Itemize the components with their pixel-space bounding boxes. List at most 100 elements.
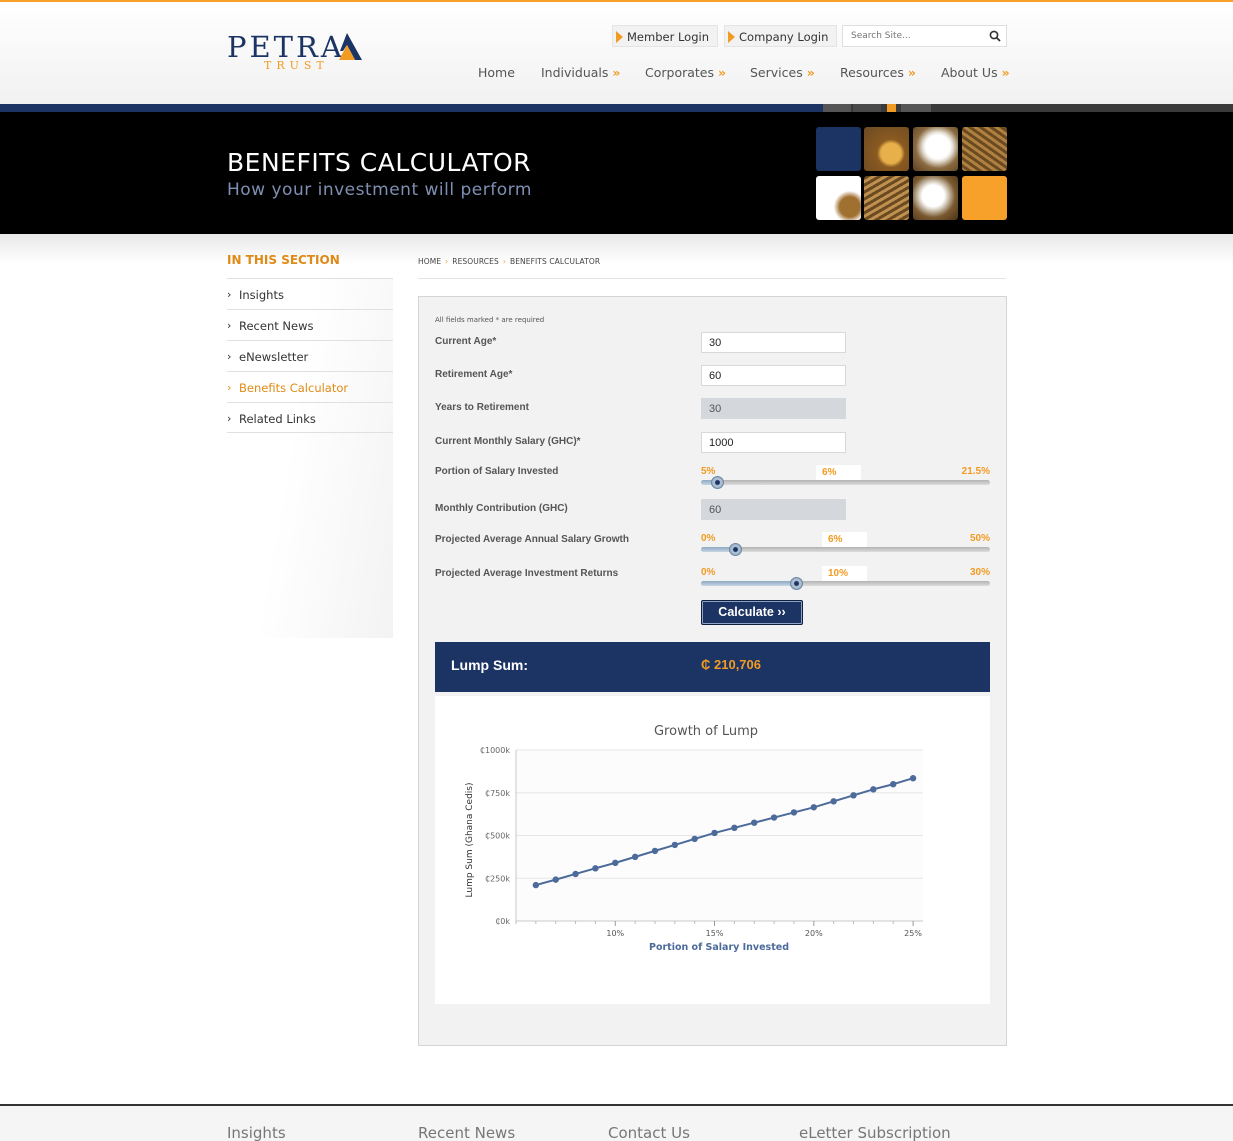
data-point <box>790 809 798 816</box>
header-accent-segments <box>823 104 1233 112</box>
slider-handle[interactable] <box>790 577 803 590</box>
sidebar-heading: IN THIS SECTION <box>227 253 340 267</box>
y-tick-label: ₵1000k <box>480 746 510 755</box>
nav-label: Services <box>750 65 803 80</box>
slider-max-label: 30% <box>969 567 990 578</box>
lump-sum-result: Lump Sum: ₵ 210,706 <box>435 642 990 692</box>
slider-value: 6% <box>822 532 867 548</box>
member-login-button[interactable]: Member Login <box>612 25 718 47</box>
search-icon[interactable] <box>989 30 1001 42</box>
retirement-age-input[interactable]: 60 <box>701 365 846 386</box>
slider-track[interactable] <box>701 480 990 485</box>
years-to-retirement-label: Years to Retirement <box>435 402 529 413</box>
data-point <box>909 775 917 782</box>
y-tick-label: ₵500k <box>485 832 510 841</box>
data-point <box>731 824 738 832</box>
slider-handle[interactable] <box>711 476 724 489</box>
sidebar-item-benefits-calculator[interactable]: › Benefits Calculator <box>227 371 393 402</box>
data-point <box>810 804 818 811</box>
breadcrumb: HOME › RESOURCES › BENEFITS CALCULATOR <box>418 257 600 266</box>
breadcrumb-divider <box>418 278 1006 279</box>
data-point <box>612 859 619 867</box>
x-tick-label: 20% <box>805 929 823 938</box>
required-note: All fields marked * are required <box>435 316 545 324</box>
arrow-right-icon <box>728 31 735 43</box>
nav-home[interactable]: Home <box>478 65 515 80</box>
company-login-button[interactable]: Company Login <box>724 25 838 47</box>
sidebar-item-insights[interactable]: › Insights <box>227 278 393 309</box>
slider-fill <box>701 581 797 586</box>
double-chevron-icon: » <box>907 65 916 80</box>
nav-services[interactable]: Services » <box>750 65 815 80</box>
search-input[interactable] <box>851 28 981 44</box>
slider-track[interactable] <box>701 547 990 552</box>
data-point <box>830 798 837 805</box>
sidebar-item-label: Related Links <box>239 412 316 426</box>
investment-returns-slider[interactable]: 0% 10% 30% <box>701 566 990 593</box>
sidebar-item-recent-news[interactable]: › Recent News <box>227 309 393 340</box>
petra-trust-logo[interactable]: PETRA TRUST <box>227 30 367 76</box>
current-age-input[interactable]: 30 <box>701 332 846 353</box>
data-point <box>572 870 579 878</box>
white-eggs-image <box>913 127 958 171</box>
nav-about-us[interactable]: About Us » <box>941 65 1010 80</box>
footer-insights-heading[interactable]: Insights <box>227 1124 286 1141</box>
salary-growth-slider[interactable]: 0% 6% 50% <box>701 532 990 559</box>
data-point <box>890 781 897 788</box>
growth-chart: PETRATRUST ₵0k₵250k₵500k₵750k₵1000k10%15… <box>435 696 990 1004</box>
double-chevron-icon: » <box>612 65 621 80</box>
data-point <box>691 835 698 843</box>
site-header: PETRA TRUST Member Login Company Login H… <box>0 2 1233 104</box>
sidebar-item-enewsletter[interactable]: › eNewsletter <box>227 340 393 371</box>
salary-growth-label: Projected Average Annual Salary Growth <box>435 534 629 545</box>
calculate-button[interactable]: Calculate ›› <box>701 600 803 625</box>
data-point <box>552 876 559 883</box>
eggs-in-nest-image <box>864 176 909 220</box>
portion-invested-slider[interactable]: 5% 6% 21.5% <box>701 465 990 492</box>
nav-label: Resources <box>840 65 904 80</box>
breadcrumb-home[interactable]: HOME <box>418 257 441 266</box>
slider-value: 10% <box>822 566 867 582</box>
nav-corporates[interactable]: Corporates » <box>645 65 726 80</box>
footer-contact-us-heading[interactable]: Contact Us <box>608 1124 690 1141</box>
breadcrumb-separator-icon: › <box>445 257 449 266</box>
nest-image <box>962 127 1007 171</box>
slider-min-label: 5% <box>701 466 716 477</box>
chart-svg: PETRATRUST ₵0k₵250k₵500k₵750k₵1000k10%15… <box>465 724 923 953</box>
banner-tile-orange <box>962 176 1007 220</box>
x-tick-label: 10% <box>606 929 624 938</box>
monthly-contribution-field: 60 <box>701 499 846 520</box>
x-tick-label: 15% <box>706 929 724 938</box>
data-point <box>850 792 857 799</box>
monthly-contribution-label: Monthly Contribution (GHC) <box>435 503 568 514</box>
investment-returns-label: Projected Average Investment Returns <box>435 568 619 579</box>
member-login-label: Member Login <box>627 30 709 44</box>
x-tick-label: 25% <box>904 929 922 938</box>
data-point <box>532 881 540 889</box>
sidebar-item-related-links[interactable]: › Related Links <box>227 402 393 433</box>
y-tick-label: ₵250k <box>485 874 510 883</box>
portion-invested-label: Portion of Salary Invested <box>435 466 559 477</box>
years-to-retirement-field: 30 <box>701 398 846 419</box>
footer-recent-news-heading[interactable]: Recent News <box>418 1124 515 1141</box>
current-age-label: Current Age* <box>435 336 497 347</box>
double-chevron-icon: » <box>718 65 727 80</box>
golden-egg-image <box>864 127 909 171</box>
slider-handle[interactable] <box>729 543 742 556</box>
nav-resources[interactable]: Resources » <box>840 65 916 80</box>
data-point <box>671 841 679 849</box>
content-shadow <box>0 234 1233 264</box>
monthly-salary-label: Current Monthly Salary (GHC)* <box>435 436 581 447</box>
logo-peak-icon <box>339 33 362 60</box>
nav-individuals[interactable]: Individuals » <box>541 65 620 80</box>
data-point <box>751 819 758 826</box>
sidebar-item-label: Recent News <box>239 319 314 333</box>
footer-eletter-heading[interactable]: eLetter Subscription <box>799 1124 951 1141</box>
slider-max-label: 21.5% <box>961 466 990 477</box>
breadcrumb-resources[interactable]: RESOURCES <box>452 257 499 266</box>
monthly-salary-input[interactable]: 1000 <box>701 432 846 453</box>
data-point <box>770 814 778 821</box>
double-chevron-icon: » <box>806 65 815 80</box>
chevron-right-icon: › <box>227 319 232 332</box>
slider-max-label: 50% <box>969 533 990 544</box>
